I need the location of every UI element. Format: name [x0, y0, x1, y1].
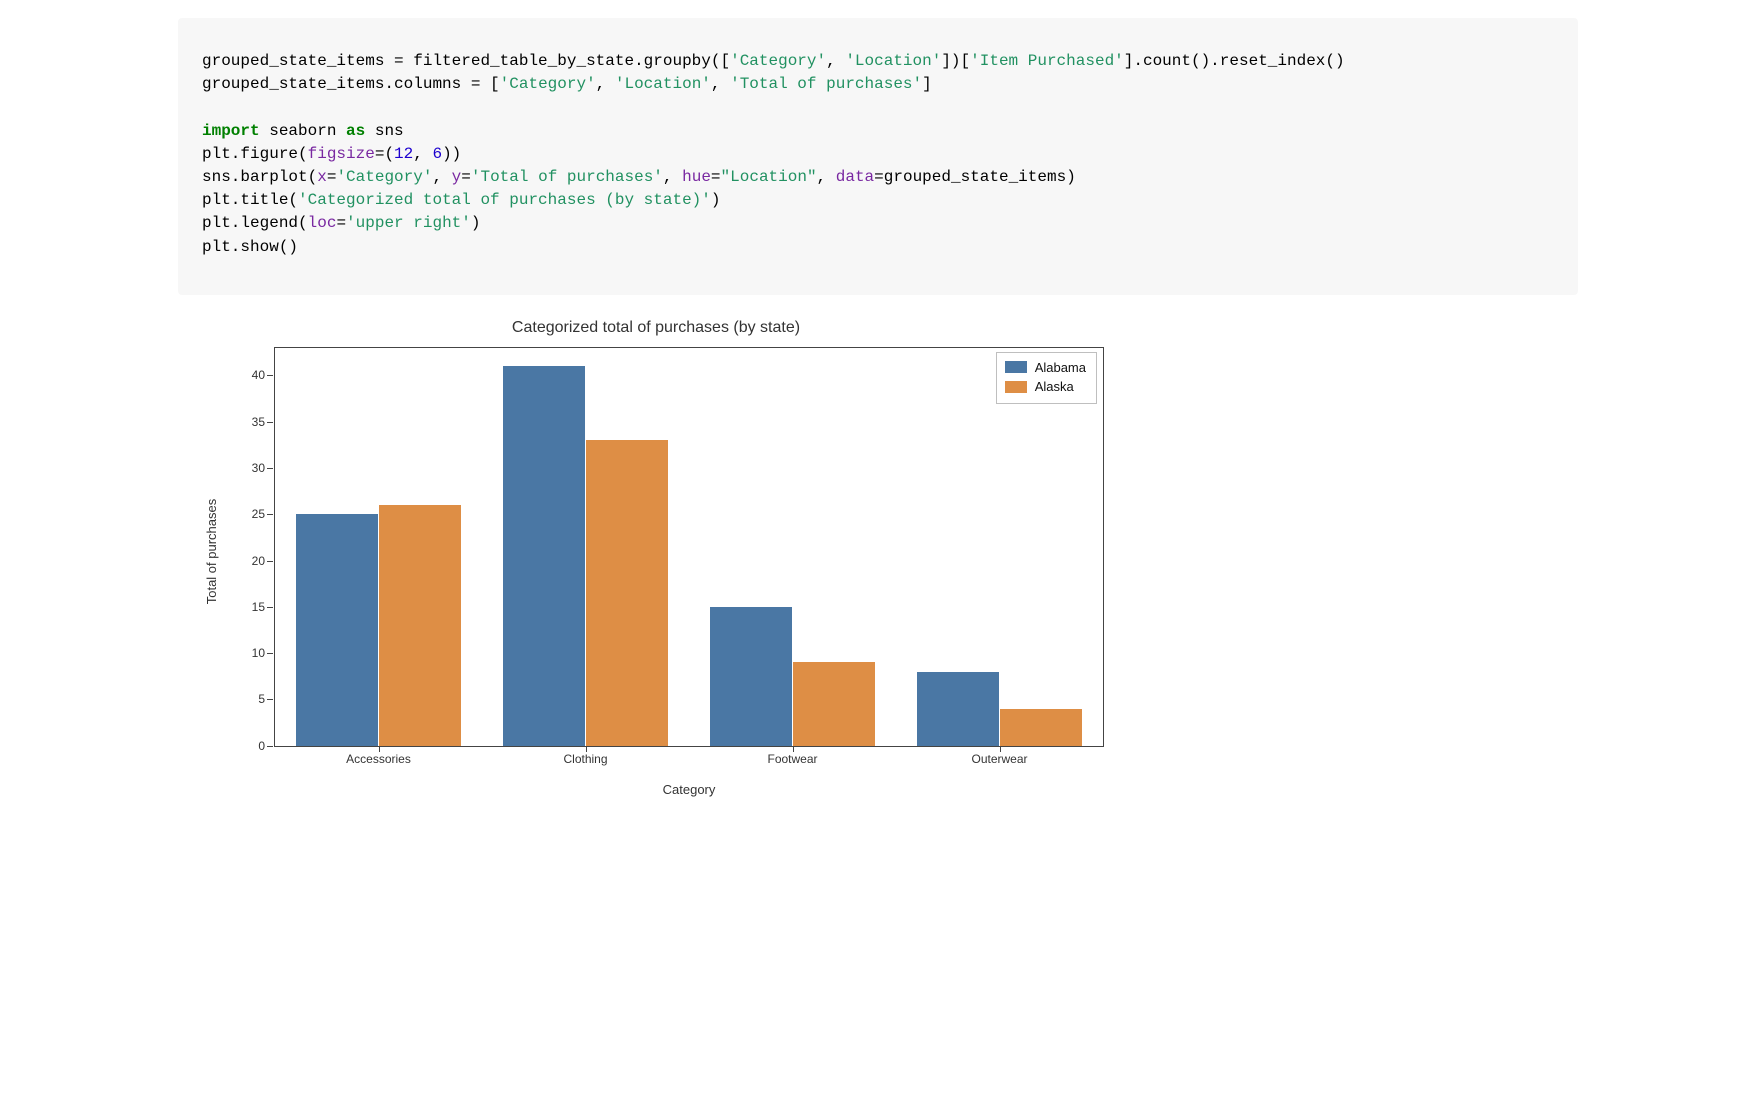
- ytick-label: 20: [252, 554, 265, 568]
- ytick-label: 25: [252, 507, 265, 521]
- bar-alabama-clothing: [503, 366, 586, 745]
- chart: Categorized total of purchases (by state…: [186, 319, 1126, 799]
- code-line: plt.show(): [202, 238, 298, 256]
- code-line: plt.figure(figsize=(12, 6)): [202, 145, 461, 163]
- bar-alaska-accessories: [379, 505, 462, 746]
- code-line: grouped_state_items.columns = ['Category…: [202, 75, 932, 93]
- ytick: [267, 746, 273, 747]
- ytick: [267, 653, 273, 654]
- bar-alaska-footwear: [793, 662, 876, 745]
- ytick-label: 15: [252, 600, 265, 614]
- xtick-label: Footwear: [767, 752, 817, 766]
- ytick-label: 35: [252, 415, 265, 429]
- code-line: import seaborn as sns: [202, 122, 404, 140]
- ytick: [267, 468, 273, 469]
- ytick: [267, 514, 273, 515]
- legend-item: Alaska: [1005, 377, 1086, 397]
- plot-area: 0510152025303540AccessoriesClothingFootw…: [274, 347, 1104, 747]
- bar-alaska-clothing: [586, 440, 669, 745]
- chart-legend: AlabamaAlaska: [996, 352, 1097, 404]
- xtick-label: Outerwear: [971, 752, 1027, 766]
- ytick: [267, 699, 273, 700]
- code-line: plt.legend(loc='upper right'): [202, 214, 480, 232]
- code-line: plt.title('Categorized total of purchase…: [202, 191, 721, 209]
- ytick-label: 0: [258, 739, 265, 753]
- code-cell[interactable]: grouped_state_items = filtered_table_by_…: [178, 18, 1578, 295]
- ytick-label: 5: [258, 692, 265, 706]
- bar-alabama-footwear: [710, 607, 793, 746]
- chart-ylabel: Total of purchases: [204, 451, 219, 651]
- chart-title: Categorized total of purchases (by state…: [186, 319, 1126, 337]
- code-line: sns.barplot(x='Category', y='Total of pu…: [202, 168, 1076, 186]
- code-line: grouped_state_items = filtered_table_by_…: [202, 52, 1345, 70]
- ytick: [267, 561, 273, 562]
- legend-item: Alabama: [1005, 358, 1086, 378]
- legend-label: Alaska: [1035, 377, 1074, 397]
- ytick-label: 30: [252, 461, 265, 475]
- notebook-cell: grouped_state_items = filtered_table_by_…: [178, 18, 1578, 823]
- xtick-label: Accessories: [346, 752, 411, 766]
- ytick: [267, 375, 273, 376]
- ytick: [267, 607, 273, 608]
- ytick-label: 40: [252, 368, 265, 382]
- ytick: [267, 422, 273, 423]
- legend-swatch: [1005, 381, 1027, 393]
- ytick-label: 10: [252, 646, 265, 660]
- bar-alabama-accessories: [296, 514, 379, 745]
- legend-swatch: [1005, 361, 1027, 373]
- chart-xlabel: Category: [274, 782, 1104, 797]
- output-area: Categorized total of purchases (by state…: [178, 295, 1578, 823]
- legend-label: Alabama: [1035, 358, 1086, 378]
- xtick-label: Clothing: [563, 752, 607, 766]
- bar-alabama-outerwear: [917, 672, 1000, 746]
- bar-alaska-outerwear: [1000, 709, 1083, 746]
